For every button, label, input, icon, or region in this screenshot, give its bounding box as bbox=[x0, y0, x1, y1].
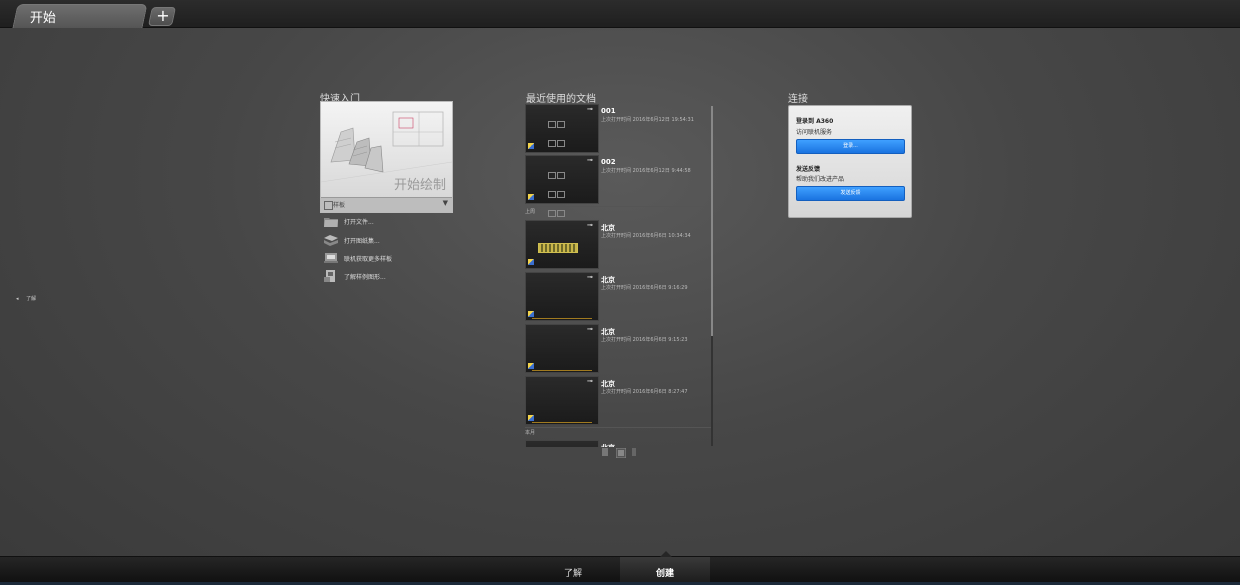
large-thumbnails-icon[interactable] bbox=[602, 448, 608, 456]
template-selector[interactable]: 样板 ▼ bbox=[321, 197, 452, 212]
pin-icon[interactable]: ⊸ bbox=[587, 273, 593, 281]
feedback-subtitle: 帮助我们改进产品 bbox=[796, 176, 845, 183]
pin-icon[interactable]: ⊸ bbox=[587, 156, 593, 164]
sample-drawing-icon bbox=[324, 270, 335, 282]
bottom-nav-bar: 了解 创建 bbox=[0, 551, 1240, 585]
pin-icon[interactable]: ⊸ bbox=[587, 105, 593, 113]
login-subtitle: 访问联机服务 bbox=[796, 129, 833, 136]
group-divider bbox=[525, 206, 711, 207]
login-button[interactable]: 登录... bbox=[796, 139, 905, 154]
open-file-label: 打开文件... bbox=[344, 219, 374, 226]
bottom-tab-create[interactable]: 创建 bbox=[656, 566, 674, 579]
dwg-file-icon bbox=[528, 311, 534, 317]
recent-scrollbar-thumb[interactable] bbox=[711, 106, 713, 336]
arrow-left-icon: ◂ bbox=[16, 296, 19, 302]
chevron-down-icon[interactable]: ▼ bbox=[443, 199, 448, 207]
learn-side-label: 了解 bbox=[26, 296, 37, 302]
recent-doc-item[interactable]: ⊸ 002 上次打开时间 2016年6月12日 9:44:58 bbox=[525, 155, 711, 255]
group-label-this-month: 本月 bbox=[525, 430, 536, 436]
recent-doc-item[interactable]: ⊸ 北京 上次打开时间 2016年6月6日 9:15:23 bbox=[525, 324, 711, 373]
feedback-heading: 发送反馈 bbox=[796, 166, 821, 173]
dwg-file-icon bbox=[528, 363, 534, 369]
recent-doc-item[interactable]: ⊸ 北京 上次打开时间 2016年6月6日 10:34:34 bbox=[525, 220, 711, 269]
folder-icon bbox=[324, 218, 338, 227]
small-thumbnails-icon[interactable] bbox=[632, 448, 636, 456]
recent-doc-item[interactable]: ⊸ 001 上次打开时间 2016年6月12日 19:54:31 bbox=[525, 104, 711, 204]
template-label: 样板 bbox=[333, 202, 346, 209]
tab-start-label: 开始 bbox=[29, 11, 56, 26]
dwg-file-icon bbox=[528, 415, 534, 421]
pin-icon[interactable]: ⊸ bbox=[587, 221, 593, 229]
sheet-set-icon bbox=[324, 235, 338, 246]
dwg-file-icon bbox=[528, 143, 534, 149]
doc-last-opened: 上次打开时间 2016年6月6日 9:15:23 bbox=[601, 337, 688, 343]
bottom-tab-learn[interactable]: 了解 bbox=[564, 566, 582, 579]
building-preview bbox=[538, 243, 578, 253]
plus-icon: + bbox=[156, 6, 170, 25]
connect-title: 连接 bbox=[788, 94, 808, 105]
doc-last-opened: 上次打开时间 2016年6月12日 19:54:31 bbox=[601, 117, 694, 123]
list-view-icon[interactable] bbox=[616, 448, 626, 458]
start-drawing-illustration: 开始绘制 bbox=[321, 102, 452, 198]
doc-name: 002 bbox=[601, 158, 616, 166]
doc-last-opened: 上次打开时间 2016年6月12日 9:44:58 bbox=[601, 168, 691, 174]
recent-doc-item[interactable]: 北京 bbox=[525, 440, 711, 447]
login-heading: 登录到 A360 bbox=[796, 118, 834, 125]
tab-start[interactable]: 开始 bbox=[12, 4, 148, 28]
sample-drawings-label: 了解样例图形... bbox=[344, 274, 386, 281]
new-tab-button[interactable]: + bbox=[147, 6, 177, 26]
doc-last-opened: 上次打开时间 2016年6月6日 8:27:47 bbox=[601, 389, 688, 395]
document-tab-bar: 开始 + bbox=[0, 0, 1240, 28]
recent-documents-list[interactable]: ⊸ 001 上次打开时间 2016年6月12日 19:54:31 ⊸ 002 上… bbox=[525, 102, 715, 447]
doc-last-opened: 上次打开时间 2016年6月6日 10:34:34 bbox=[601, 233, 691, 239]
start-drawing-label: 开始绘制 bbox=[393, 178, 446, 193]
pin-icon[interactable]: ⊸ bbox=[587, 325, 593, 333]
doc-thumbnail bbox=[525, 440, 599, 447]
templates-icon bbox=[324, 253, 338, 263]
recent-doc-item[interactable]: ⊸ 北京 上次打开时间 2016年6月6日 8:27:47 bbox=[525, 376, 711, 425]
open-sheet-set-label: 打开图纸集... bbox=[344, 238, 380, 245]
start-drawing-card[interactable]: 开始绘制 样板 ▼ bbox=[320, 101, 453, 213]
doc-name: 001 bbox=[601, 107, 616, 115]
doc-last-opened: 上次打开时间 2016年6月6日 9:16:29 bbox=[601, 285, 688, 291]
pin-icon[interactable]: ⊸ bbox=[587, 377, 593, 385]
send-feedback-button[interactable]: 发送反馈 bbox=[796, 186, 905, 201]
dwg-file-icon bbox=[528, 194, 534, 200]
recent-doc-item[interactable]: ⊸ 北京 上次打开时间 2016年6月6日 9:16:29 bbox=[525, 272, 711, 321]
group-label-last-week: 上周 bbox=[525, 209, 536, 215]
dwg-file-icon bbox=[528, 259, 534, 265]
learn-side-link[interactable]: ◂ 了解 bbox=[16, 295, 36, 302]
get-more-templates-label: 联机获取更多样板 bbox=[344, 256, 393, 263]
connect-panel: 登录到 A360 访问联机服务 登录... 发送反馈 帮助我们改进产品 发送反馈 bbox=[788, 105, 912, 218]
doc-name: 北京 bbox=[601, 443, 615, 447]
template-icon bbox=[324, 201, 333, 210]
active-tab-pointer bbox=[660, 551, 672, 557]
group-divider bbox=[525, 427, 711, 428]
